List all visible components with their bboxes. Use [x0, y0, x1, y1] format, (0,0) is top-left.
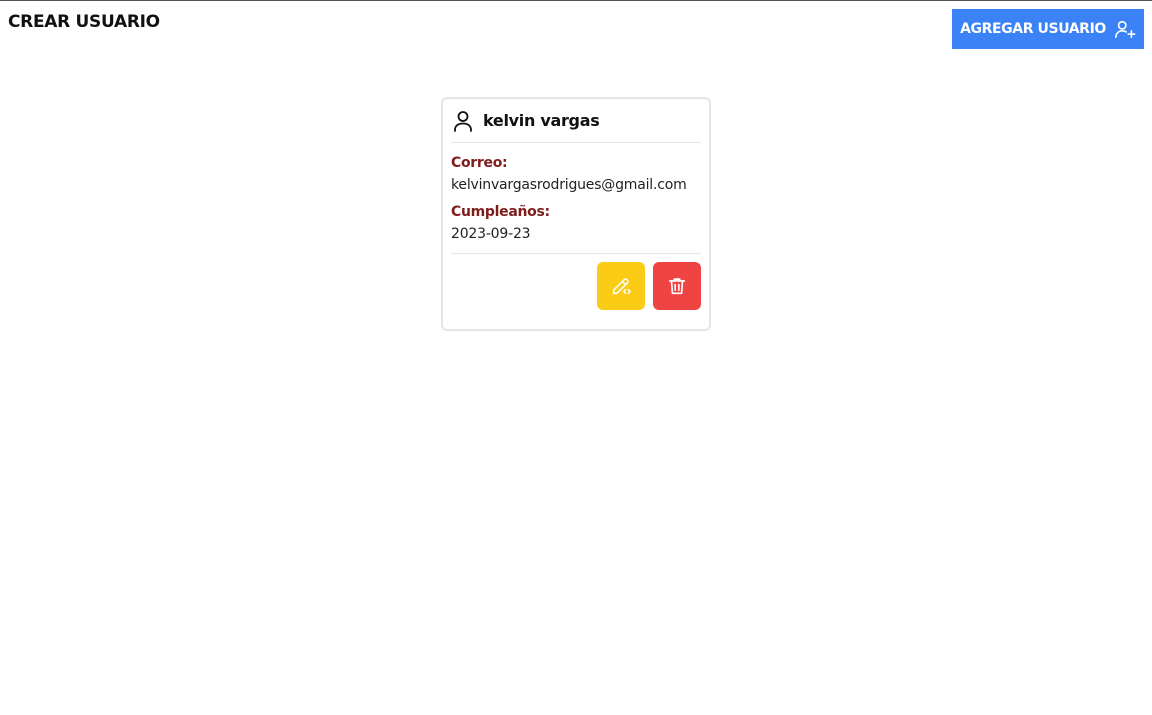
user-card-header: kelvin vargas [451, 99, 701, 143]
user-plus-icon [1114, 18, 1136, 40]
email-value: kelvinvargasrodrigues@gmail.com [451, 177, 687, 193]
birthday-label: Cumpleaños: [451, 204, 550, 220]
user-card-actions [451, 253, 701, 310]
user-name: kelvin vargas [483, 111, 600, 130]
page-title: CREAR USUARIO [8, 12, 160, 32]
add-user-button-label: AGREGAR USUARIO [960, 21, 1106, 37]
delete-user-button[interactable] [653, 262, 701, 310]
email-label: Correo: [451, 155, 508, 171]
edit-user-button[interactable] [597, 262, 645, 310]
pencil-edit-icon [610, 275, 632, 297]
trash-icon [666, 275, 688, 297]
user-icon [453, 110, 473, 132]
add-user-button[interactable]: AGREGAR USUARIO [952, 9, 1144, 49]
top-divider [0, 0, 1152, 1]
user-card: kelvin vargas Correo: kelvinvargasrodrig… [441, 97, 711, 331]
birthday-value: 2023-09-23 [451, 226, 531, 242]
